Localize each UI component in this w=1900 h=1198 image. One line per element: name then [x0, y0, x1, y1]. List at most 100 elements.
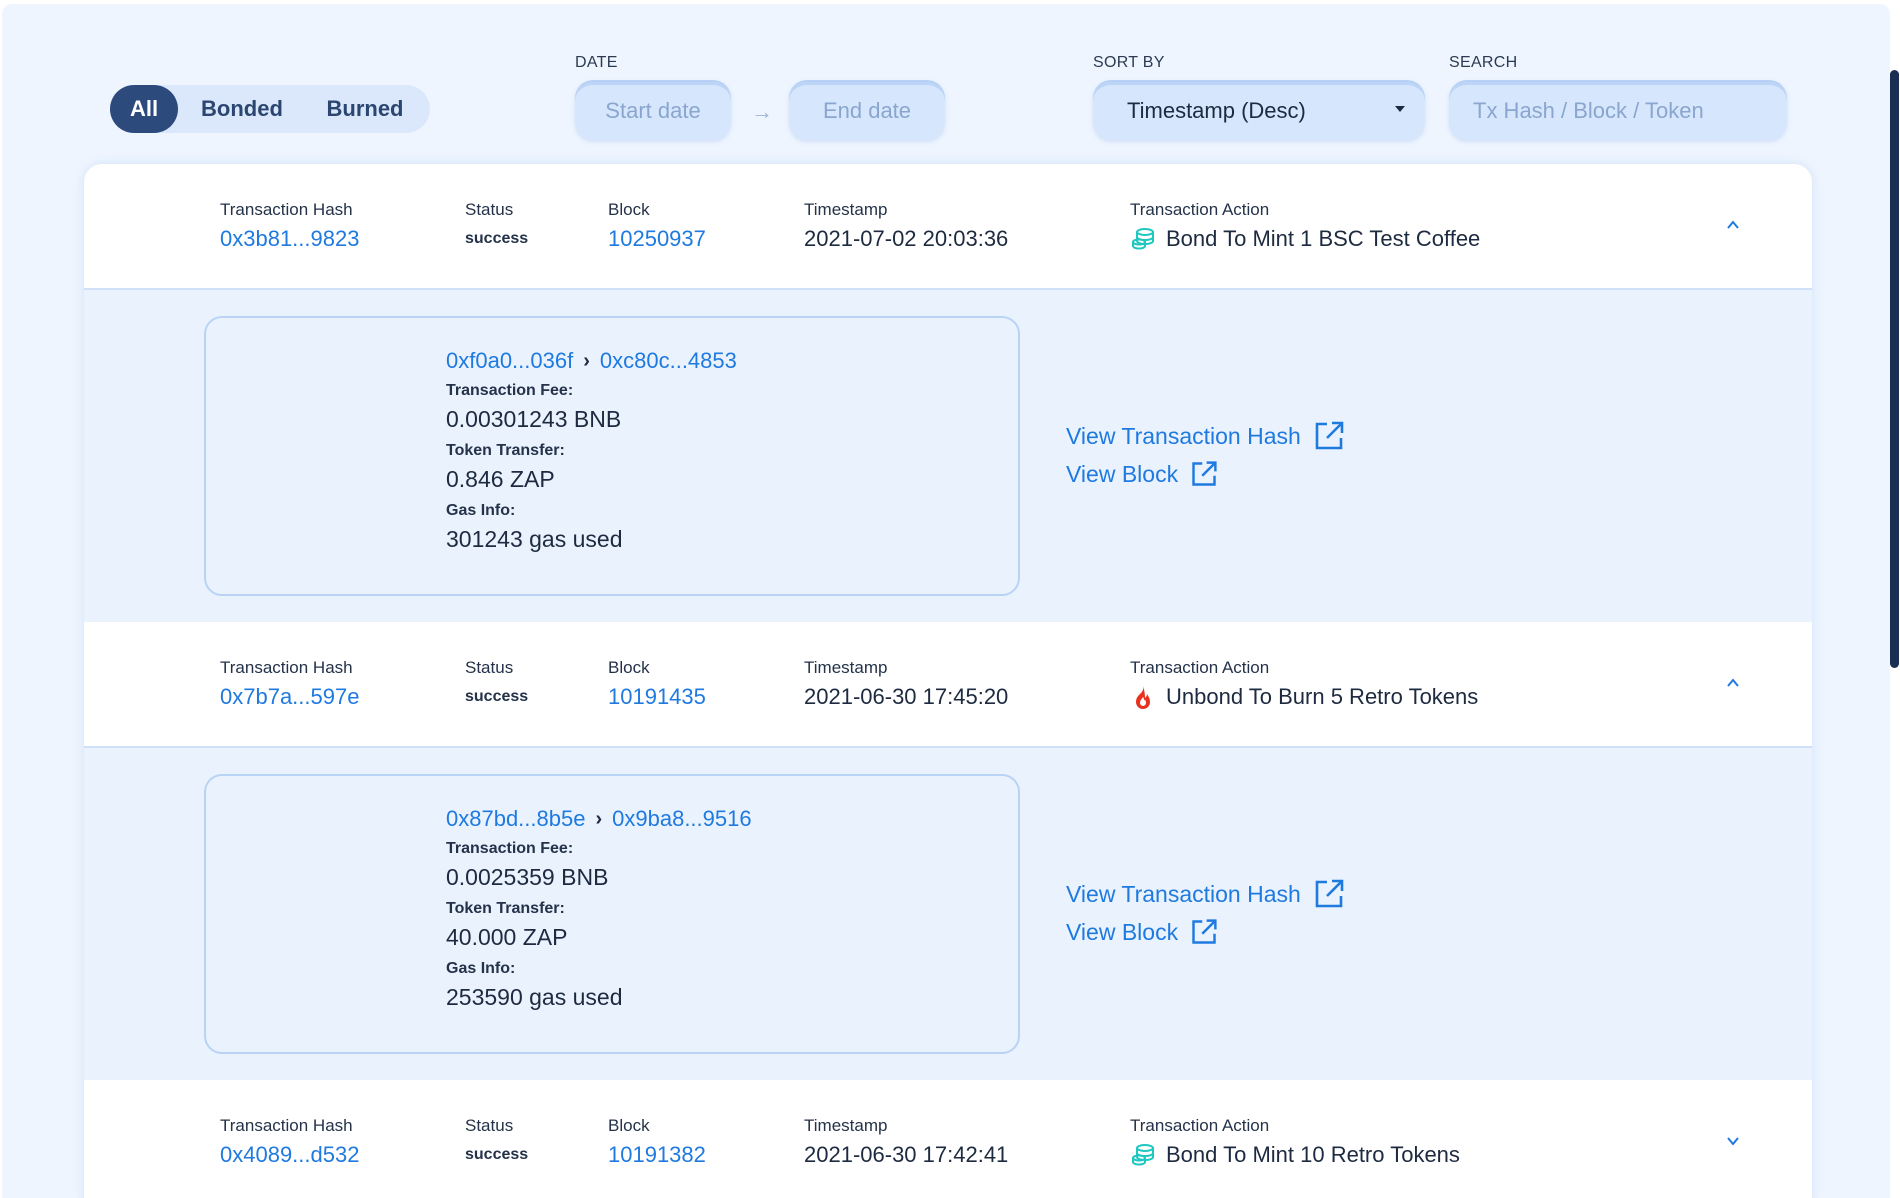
timestamp-value: 2021-06-30 17:42:41	[804, 1142, 1009, 1167]
view-transaction-hash-link[interactable]: View Transaction Hash	[1066, 878, 1345, 910]
block-link[interactable]: 10191435	[608, 684, 706, 710]
scrollbar-thumb[interactable]	[1890, 70, 1899, 668]
status-column: Status success	[465, 1116, 528, 1164]
action-text: Unbond To Burn 5 Retro Tokens	[1166, 684, 1479, 709]
external-link-icon	[1315, 421, 1344, 450]
block-column: Block 10250937	[608, 200, 706, 252]
fee-value: 0.0025359 BNB	[446, 864, 609, 890]
from-address-link[interactable]: 0x87bd...8b5e	[446, 806, 585, 832]
transfer-info: Token Transfer: 0.846 ZAP	[446, 442, 565, 493]
external-link-icon	[1192, 919, 1217, 944]
chevron-down-icon[interactable]	[1726, 1134, 1740, 1148]
action-text: Bond To Mint 1 BSC Test Coffee	[1166, 226, 1481, 251]
sort-select[interactable]: Timestamp (Desc)	[1093, 80, 1425, 140]
hash-column: Transaction Hash 0x7b7a...597e	[220, 658, 359, 710]
filter-all-button[interactable]: All	[110, 85, 178, 133]
scrollbar[interactable]	[1888, 0, 1900, 1198]
fee-label: Transaction Fee:	[446, 840, 574, 857]
transaction-detail: 0x87bd...8b5e › 0x9ba8...9516 Transactio…	[84, 748, 1812, 1080]
block-link[interactable]: 10191382	[608, 1142, 706, 1168]
transfer-value: 0.846 ZAP	[446, 466, 555, 492]
transaction-item: Transaction Hash 0x3b81...9823 Status su…	[84, 164, 1812, 622]
address-line: 0x87bd...8b5e › 0x9ba8...9516	[446, 806, 752, 832]
view-block-link[interactable]: View Block	[1066, 918, 1218, 946]
fee-value: 0.00301243 BNB	[446, 406, 622, 432]
timestamp-value: 2021-06-30 17:45:20	[804, 684, 1009, 709]
date-label: DATE	[575, 54, 618, 71]
transaction-row[interactable]: Transaction Hash 0x7b7a...597e Status su…	[84, 622, 1812, 748]
status-value: success	[465, 230, 529, 247]
timestamp-label: Timestamp	[804, 658, 888, 677]
view-hash-text: View Transaction Hash	[1066, 880, 1301, 907]
transaction-item: Transaction Hash 0x7b7a...597e Status su…	[84, 622, 1812, 1080]
page: All Bonded Burned DATE Start date → End …	[2, 4, 1890, 1198]
transfer-label: Token Transfer:	[446, 442, 565, 459]
hash-label: Transaction Hash	[220, 200, 353, 219]
block-link[interactable]: 10250937	[608, 226, 706, 252]
transaction-hash-link[interactable]: 0x3b81...9823	[220, 226, 359, 252]
to-address-link[interactable]: 0x9ba8...9516	[612, 806, 751, 832]
action-value: Unbond To Burn 5 Retro Tokens	[1130, 684, 1478, 710]
coins-icon	[1132, 228, 1154, 250]
action-value: Bond To Mint 10 Retro Tokens	[1130, 1142, 1460, 1168]
type-filter-toggle: All Bonded Burned	[110, 85, 430, 133]
block-column: Block 10191382	[608, 1116, 706, 1168]
caret-down-icon	[1395, 106, 1405, 112]
status-column: Status success	[465, 200, 528, 248]
to-address-link[interactable]: 0xc80c...4853	[600, 348, 737, 374]
view-transaction-hash-link[interactable]: View Transaction Hash	[1066, 420, 1345, 452]
end-date-input[interactable]: End date	[789, 80, 945, 140]
action-label: Transaction Action	[1130, 658, 1270, 677]
date-arrow-icon: →	[751, 99, 773, 124]
timestamp-label: Timestamp	[804, 200, 888, 219]
transfer-label: Token Transfer:	[446, 900, 565, 917]
chevron-right-icon: ›	[595, 807, 603, 830]
timestamp-label: Timestamp	[804, 1116, 888, 1135]
filter-burned-button[interactable]: Burned	[306, 85, 424, 133]
status-label: Status	[465, 1116, 514, 1135]
transaction-row[interactable]: Transaction Hash 0x3b81...9823 Status su…	[84, 164, 1812, 290]
filter-bonded-button[interactable]: Bonded	[178, 85, 306, 133]
hash-column: Transaction Hash 0x4089...d532	[220, 1116, 359, 1168]
fire-icon	[1136, 686, 1150, 709]
block-label: Block	[608, 200, 650, 219]
status-label: Status	[465, 658, 514, 677]
timestamp-column: Timestamp 2021-06-30 17:45:20	[804, 658, 1008, 710]
hash-label: Transaction Hash	[220, 658, 353, 677]
view-block-link[interactable]: View Block	[1066, 460, 1218, 488]
external-link-icon	[1192, 461, 1217, 486]
chevron-up-icon[interactable]	[1726, 218, 1740, 232]
detail-card: 0xf0a0...036f › 0xc80c...4853 Transactio…	[204, 316, 1020, 596]
view-block-text: View Block	[1066, 460, 1179, 487]
action-label: Transaction Action	[1130, 200, 1270, 219]
sort-value: Timestamp (Desc)	[1127, 98, 1306, 123]
from-address-link[interactable]: 0xf0a0...036f	[446, 348, 573, 374]
gas-info: Gas Info: 301243 gas used	[446, 502, 623, 553]
gas-value: 301243 gas used	[446, 526, 623, 552]
search-label: SEARCH	[1449, 54, 1518, 71]
start-date-input[interactable]: Start date	[575, 80, 731, 140]
timestamp-column: Timestamp 2021-07-02 20:03:36	[804, 200, 1008, 252]
external-link-icon	[1315, 879, 1344, 908]
transaction-row[interactable]: Transaction Hash 0x4089...d532 Status su…	[84, 1080, 1812, 1198]
action-text: Bond To Mint 10 Retro Tokens	[1166, 1142, 1460, 1167]
chevron-right-icon: ›	[583, 349, 590, 372]
status-label: Status	[465, 200, 514, 219]
transaction-hash-link[interactable]: 0x4089...d532	[220, 1142, 359, 1168]
chevron-up-icon[interactable]	[1726, 676, 1740, 690]
transaction-hash-link[interactable]: 0x7b7a...597e	[220, 684, 359, 710]
action-column: Transaction Action Bond To Mint 10 Retro…	[1130, 1116, 1460, 1168]
timestamp-column: Timestamp 2021-06-30 17:42:41	[804, 1116, 1008, 1168]
detail-card: 0x87bd...8b5e › 0x9ba8...9516 Transactio…	[204, 774, 1020, 1054]
transaction-detail: 0xf0a0...036f › 0xc80c...4853 Transactio…	[84, 290, 1812, 622]
address-line: 0xf0a0...036f › 0xc80c...4853	[446, 348, 737, 374]
action-column: Transaction Action Unbond To Burn 5 Retr…	[1130, 658, 1478, 710]
search-input[interactable]	[1473, 98, 1763, 124]
view-hash-text: View Transaction Hash	[1066, 422, 1301, 449]
action-value: Bond To Mint 1 BSC Test Coffee	[1130, 226, 1480, 252]
transfer-value: 40.000 ZAP	[446, 924, 568, 950]
fee-info: Transaction Fee: 0.0025359 BNB	[446, 840, 608, 891]
block-column: Block 10191435	[608, 658, 706, 710]
view-block-text: View Block	[1066, 918, 1179, 945]
hash-label: Transaction Hash	[220, 1116, 353, 1135]
